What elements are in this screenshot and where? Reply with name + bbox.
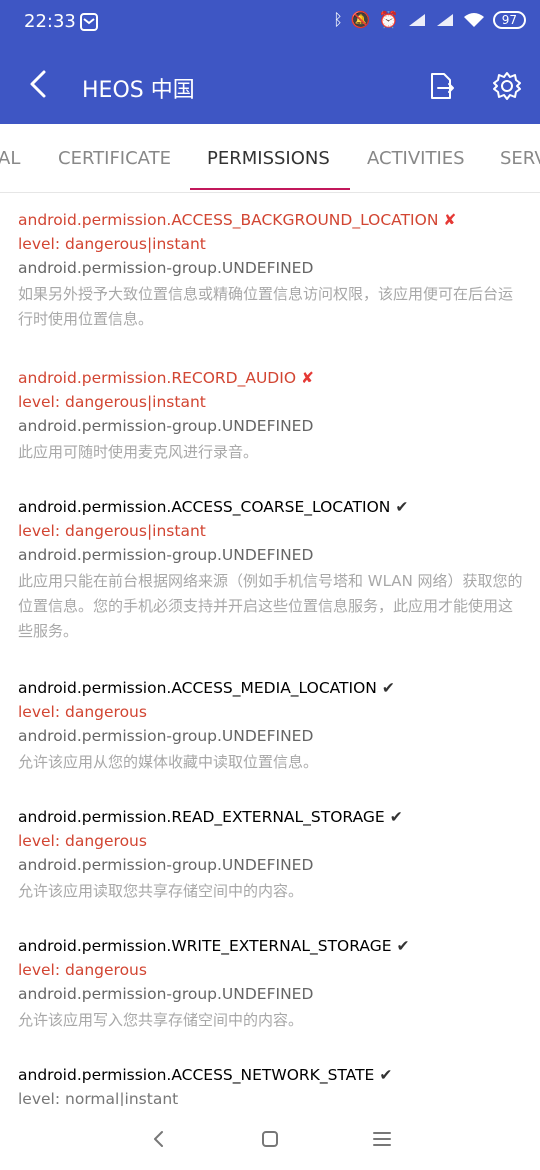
permission-name: android.permission.ACCESS_BACKGROUND_LOC…: [18, 208, 526, 232]
tab-bar: AL CERTIFICATE PERMISSIONS ACTIVITIES SE…: [0, 124, 540, 193]
permission-item: android.permission.RECORD_AUDIO ✘ level: …: [18, 366, 526, 465]
nav-home-icon[interactable]: [259, 1128, 281, 1150]
permission-level: level: normal|instant: [18, 1090, 179, 1106]
permission-description: 此应用可随时使用麦克风进行录音。: [18, 443, 259, 461]
permission-description: 如果另外授予大致位置信息或精确位置信息访问权限，该应用便可在后台运行时使用位置信…: [18, 285, 514, 328]
granted-check-icon: ✔: [379, 1066, 393, 1084]
permission-item: android.permission.READ_EXTERNAL_STORAGE…: [18, 805, 526, 904]
hd-signal-icon: [436, 13, 453, 26]
nav-back-icon[interactable]: [148, 1128, 170, 1150]
permission-name: android.permission.ACCESS_NETWORK_STATE ✔: [18, 1063, 526, 1087]
permission-description: 允许该应用写入您共享存储空间中的内容。: [18, 1011, 304, 1029]
permission-description: 此应用只能在前台根据网络来源（例如手机信号塔和 WLAN 网络）获取您的位置信息…: [18, 572, 523, 640]
nav-recents-icon[interactable]: [371, 1128, 393, 1150]
mute-icon: 🔕: [350, 10, 371, 29]
battery-icon: 97: [492, 10, 526, 29]
permission-level: level: dangerous|instant: [18, 393, 206, 411]
permission-level: level: dangerous: [18, 832, 147, 850]
tab-general[interactable]: AL: [0, 148, 20, 169]
permission-group: android.permission-group.UNDEFINED: [18, 546, 314, 564]
permission-name: android.permission.RECORD_AUDIO ✘: [18, 366, 526, 390]
status-icons: ᛒ 🔕 ⏰ 97: [333, 10, 526, 29]
permission-description: 允许该应用读取您共享存储空间中的内容。: [18, 882, 304, 900]
permission-name: android.permission.ACCESS_COARSE_LOCATIO…: [18, 495, 526, 519]
granted-check-icon: ✔: [389, 808, 403, 826]
status-bar: 22:33 ᛒ 🔕 ⏰ 97: [0, 0, 540, 46]
denied-icon: ✘: [443, 211, 457, 229]
permission-item: android.permission.ACCESS_MEDIA_LOCATION…: [18, 676, 526, 775]
permission-group: android.permission-group.UNDEFINED: [18, 727, 314, 745]
permissions-list[interactable]: android.permission.ACCESS_BACKGROUND_LOC…: [0, 192, 540, 1106]
signal-icon: [408, 13, 425, 26]
status-time: 22:33: [24, 11, 76, 32]
permission-group: android.permission-group.UNDEFINED: [18, 985, 314, 1003]
page-title: HEOS 中国: [82, 78, 195, 103]
export-icon[interactable]: [426, 71, 456, 101]
alarm-icon: ⏰: [378, 10, 399, 29]
permission-name: android.permission.WRITE_EXTERNAL_STORAG…: [18, 934, 526, 958]
denied-icon: ✘: [301, 369, 315, 387]
granted-check-icon: ✔: [381, 679, 395, 697]
tab-certificate[interactable]: CERTIFICATE: [58, 148, 171, 169]
permission-item: android.permission.ACCESS_BACKGROUND_LOC…: [18, 208, 526, 332]
permission-name: android.permission.READ_EXTERNAL_STORAGE…: [18, 805, 526, 829]
permission-item: android.permission.WRITE_EXTERNAL_STORAG…: [18, 934, 526, 1033]
granted-check-icon: ✔: [396, 937, 410, 955]
battery-level: 97: [501, 12, 517, 27]
permission-level: level: dangerous|instant: [18, 522, 206, 540]
permission-name: android.permission.ACCESS_MEDIA_LOCATION…: [18, 676, 526, 700]
tab-indicator: [190, 188, 350, 190]
back-arrow-icon[interactable]: [24, 68, 56, 100]
permission-description: 允许该应用从您的媒体收藏中读取位置信息。: [18, 753, 319, 771]
permission-group: android.permission-group.UNDEFINED: [18, 856, 314, 874]
granted-check-icon: ✔: [395, 498, 409, 516]
tab-services[interactable]: SERV: [500, 148, 540, 169]
app-bar: HEOS 中国: [0, 46, 540, 124]
wifi-icon: [463, 12, 484, 27]
permission-group: android.permission-group.UNDEFINED: [18, 417, 314, 435]
tab-activities[interactable]: ACTIVITIES: [367, 148, 465, 169]
permission-group: android.permission-group.UNDEFINED: [18, 259, 314, 277]
system-nav-bar: [0, 1106, 540, 1170]
permission-item: android.permission.ACCESS_COARSE_LOCATIO…: [18, 495, 526, 644]
permission-item: android.permission.ACCESS_NETWORK_STATE ✔…: [18, 1063, 526, 1106]
settings-gear-icon[interactable]: [492, 71, 522, 101]
permission-level: level: dangerous: [18, 961, 147, 979]
tab-permissions[interactable]: PERMISSIONS: [207, 148, 330, 169]
permission-level: level: dangerous: [18, 703, 147, 721]
permission-level: level: dangerous|instant: [18, 235, 206, 253]
mail-icon: [80, 13, 98, 31]
bluetooth-icon: ᛒ: [333, 10, 343, 29]
